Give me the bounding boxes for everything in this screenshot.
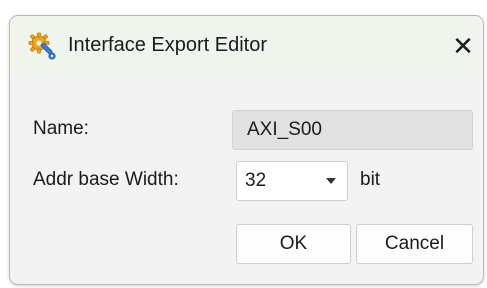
cancel-button[interactable]: Cancel — [356, 224, 473, 264]
chevron-down-icon — [326, 178, 336, 184]
addr-base-width-select[interactable]: 32 — [236, 161, 348, 201]
wrench-gear-icon — [28, 32, 56, 60]
name-label: Name: — [33, 118, 89, 139]
addr-base-width-label: Addr base Width: — [33, 169, 179, 190]
title-bar: Interface Export Editor ✕ — [10, 16, 483, 78]
interface-export-editor-dialog: Interface Export Editor ✕ Name: AXI_S00 … — [9, 15, 484, 285]
width-unit-label: bit — [360, 169, 381, 190]
name-field[interactable]: AXI_S00 — [232, 110, 473, 150]
ok-button[interactable]: OK — [236, 224, 351, 264]
close-button[interactable]: ✕ — [447, 30, 479, 62]
window-title: Interface Export Editor — [68, 34, 267, 56]
addr-base-width-value: 32 — [245, 170, 267, 191]
